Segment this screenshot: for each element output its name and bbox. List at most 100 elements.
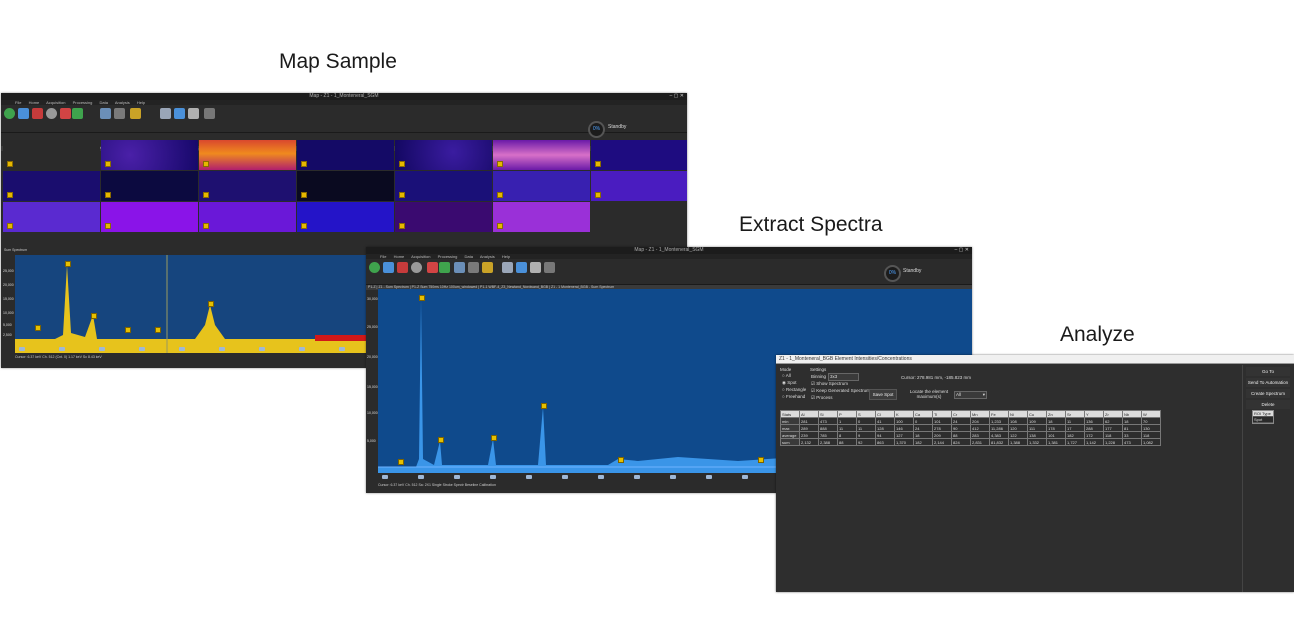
element-button[interactable] <box>418 475 424 479</box>
export-icon[interactable] <box>516 262 527 273</box>
calibrate-icon[interactable] <box>468 262 479 273</box>
go-to-button[interactable]: Go To <box>1246 367 1290 376</box>
map-tile[interactable] <box>591 140 687 170</box>
tools-icon[interactable] <box>454 262 465 273</box>
table-header-cell[interactable]: K <box>894 410 914 418</box>
map-tile[interactable] <box>591 171 687 201</box>
tools-icon[interactable] <box>100 108 111 119</box>
start-icon[interactable] <box>369 262 380 273</box>
table-header-cell[interactable]: Ti <box>932 410 952 418</box>
export-icon[interactable] <box>174 108 185 119</box>
table-header-cell[interactable]: S <box>856 410 876 418</box>
report-icon[interactable] <box>188 108 199 119</box>
table-row[interactable]: sum 2,132 2,388 88 92 863 1,370 182 2,144 824 2,83… <box>780 438 1161 446</box>
element-button[interactable] <box>454 475 460 479</box>
process-checkbox[interactable]: ☑ Process <box>811 395 833 401</box>
map-tile[interactable] <box>297 202 394 232</box>
table-header-cell[interactable]: Cl <box>875 410 895 418</box>
element-icon[interactable] <box>397 262 408 273</box>
element-button[interactable] <box>706 475 712 479</box>
roi-list[interactable]: ROI Type Spot <box>1252 410 1274 424</box>
table-header-cell[interactable]: Ca <box>913 410 933 418</box>
table-header-cell[interactable]: Nb <box>1122 410 1142 418</box>
delete-button[interactable]: Delete <box>1246 400 1290 409</box>
element-marker[interactable] <box>541 403 547 409</box>
map-tile[interactable] <box>3 171 100 201</box>
element-button[interactable] <box>634 475 640 479</box>
element-button[interactable] <box>299 347 305 351</box>
wheel-icon[interactable] <box>411 262 422 273</box>
document-icon[interactable] <box>160 108 171 119</box>
table-row[interactable]: average 239 785 8 9 94 127 18 209 88 283 4,383 122 13… <box>780 431 1161 439</box>
map-tile[interactable] <box>395 171 492 201</box>
map-tile[interactable] <box>297 140 394 170</box>
map-tile[interactable] <box>199 171 296 201</box>
element-marker[interactable] <box>758 457 764 463</box>
mode-option-all[interactable]: ○ All <box>782 373 791 378</box>
table-header-cell[interactable]: P <box>837 410 857 418</box>
element-button[interactable] <box>139 347 145 351</box>
map-tile[interactable] <box>395 140 492 170</box>
calibrate-icon[interactable] <box>114 108 125 119</box>
mode-option-freehand[interactable]: ○ Freehand <box>782 394 805 399</box>
element-marker[interactable] <box>155 327 161 333</box>
marker-green-icon[interactable] <box>72 108 83 119</box>
table-header-cell[interactable]: W <box>1141 410 1161 418</box>
table-header-cell[interactable]: Zn <box>1046 410 1066 418</box>
table-header-cell[interactable]: Si <box>818 410 838 418</box>
marker-green-icon[interactable] <box>439 262 450 273</box>
table-header-cell[interactable]: Ni <box>1008 410 1028 418</box>
keep-generated-checkbox[interactable]: ☑ Keep Generated Spectrum <box>811 388 870 394</box>
element-marker[interactable] <box>618 457 624 463</box>
map-tile[interactable] <box>395 202 492 232</box>
map-tile[interactable] <box>101 171 198 201</box>
document-icon[interactable] <box>502 262 513 273</box>
report-icon[interactable] <box>530 262 541 273</box>
table-row[interactable]: min 281 473 1 0 41 100 0 101 24 204 1,233 108 109 18 11… <box>780 417 1161 425</box>
show-spectrum-checkbox[interactable]: ☑ Show Spectrum <box>811 381 848 387</box>
map-tile[interactable] <box>493 171 590 201</box>
map-tile[interactable] <box>493 202 590 232</box>
window-controls-icon[interactable]: – ▢ ✕ <box>955 247 969 254</box>
table-header-cell[interactable]: Zr <box>1103 410 1123 418</box>
element-button[interactable] <box>339 347 345 351</box>
create-spectrum-button[interactable]: Create Spectrum <box>1246 389 1290 398</box>
map-tile[interactable] <box>199 140 296 170</box>
element-marker[interactable] <box>35 325 41 331</box>
window-controls-icon[interactable]: – ▢ ✕ <box>670 93 684 100</box>
marker-red-icon[interactable] <box>60 108 71 119</box>
element-marker[interactable] <box>438 437 444 443</box>
table-header-cell[interactable]: Sr <box>1065 410 1085 418</box>
map-tile[interactable] <box>101 140 198 170</box>
element-marker[interactable] <box>91 313 97 319</box>
table-header-cell[interactable]: Al <box>799 410 819 418</box>
table-header-cell[interactable]: Fe <box>989 410 1009 418</box>
element-button[interactable] <box>526 475 532 479</box>
element-button[interactable] <box>19 347 25 351</box>
table-header-cell[interactable]: Y <box>1084 410 1104 418</box>
chart-icon[interactable] <box>482 262 493 273</box>
mode-option-rectangle[interactable]: ○ Rectangle <box>782 387 806 392</box>
element-button[interactable] <box>59 347 65 351</box>
table-header-cell[interactable]: Mn <box>970 410 990 418</box>
grid-icon[interactable] <box>18 108 29 119</box>
roi-row[interactable]: Spot <box>1253 417 1273 423</box>
element-button[interactable] <box>490 475 496 479</box>
grid-icon[interactable] <box>383 262 394 273</box>
element-marker[interactable] <box>125 327 131 333</box>
map-tile[interactable] <box>3 140 100 170</box>
send-to-automation-button[interactable]: Send To Automation <box>1246 378 1290 387</box>
map-tile[interactable] <box>297 171 394 201</box>
element-button[interactable] <box>598 475 604 479</box>
chart-icon[interactable] <box>130 108 141 119</box>
mode-option-spot[interactable]: ◉ Spot <box>782 380 796 386</box>
element-marker[interactable] <box>208 301 214 307</box>
locate-select[interactable]: All ▾ <box>954 391 987 399</box>
trend-icon[interactable] <box>544 262 555 273</box>
map-tile[interactable] <box>3 202 100 232</box>
table-header-cell[interactable]: Cr <box>951 410 971 418</box>
map-tile[interactable] <box>101 202 198 232</box>
element-button[interactable] <box>259 347 265 351</box>
element-marker[interactable] <box>65 261 71 267</box>
element-button[interactable] <box>742 475 748 479</box>
